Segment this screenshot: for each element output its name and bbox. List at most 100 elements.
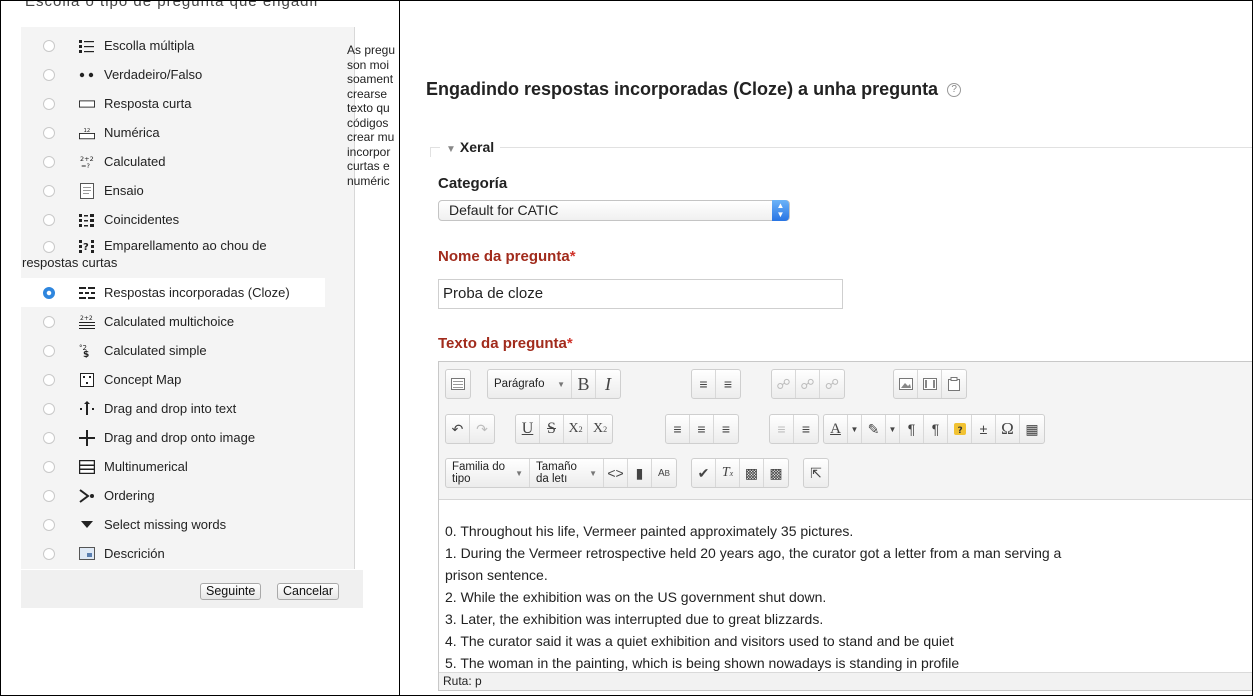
redo-icon[interactable]: ↷ — [470, 415, 494, 443]
qtype-radio[interactable] — [43, 431, 55, 444]
qtype-essay[interactable]: Ensaio — [21, 176, 327, 205]
align-right-icon[interactable]: ≡ — [714, 415, 738, 443]
svg-text:2+2: 2+2 — [80, 315, 93, 322]
font-family-select[interactable]: Familia do tipo ▼ — [446, 459, 530, 487]
qtype-radio[interactable] — [43, 126, 55, 139]
format-select[interactable]: Parágrafo ▼ — [488, 370, 572, 398]
background-color-icon[interactable]: ✎ — [862, 415, 886, 443]
qtype-truefalse[interactable]: Verdadeiro/Falso — [21, 60, 327, 89]
media-icon[interactable] — [918, 370, 942, 398]
align-center-icon[interactable]: ≡ — [690, 415, 714, 443]
fieldset-legend-text: Xeral — [459, 139, 495, 155]
qtype-radio[interactable] — [43, 68, 55, 81]
qtype-radio[interactable] — [43, 460, 55, 473]
fullscreen-icon[interactable]: ⇱ — [804, 459, 828, 487]
image-icon[interactable] — [894, 370, 918, 398]
remove-format-icon[interactable]: Tx — [716, 459, 740, 487]
special-char-icon[interactable]: Ω — [996, 415, 1020, 443]
qtype-radio[interactable] — [43, 97, 55, 110]
next-button[interactable]: Seguinte — [200, 583, 262, 600]
editor-content[interactable]: 0. Throughout his life, Vermeer painted … — [445, 520, 1251, 674]
description-line: son moi — [347, 57, 390, 72]
paste-text-icon[interactable]: ▩ — [740, 459, 764, 487]
qtype-randomsamatch[interactable]: ? Emparellamento ao chou de respostas cu… — [21, 234, 327, 274]
strikethrough-icon[interactable]: S — [540, 415, 564, 443]
font-size-select[interactable]: Tamaño da letı ▼ — [530, 459, 604, 487]
anchor-icon[interactable]: ☍ — [820, 370, 844, 398]
ordered-list-icon[interactable]: ≡ — [716, 370, 740, 398]
qtype-radio[interactable] — [43, 489, 55, 502]
qtype-gapselect[interactable]: Select missing words — [21, 510, 327, 539]
question-text-editor[interactable]: Parágrafo ▼ B I ≡ ≡ ☍ ☍ ☍ ↶ ↷ U S X 2 X … — [438, 361, 1252, 691]
html-icon[interactable]: <> — [604, 459, 628, 487]
qtype-multichoice[interactable]: Escolla múltipla — [21, 31, 327, 60]
bold-icon[interactable]: B — [572, 370, 596, 398]
qtype-radio[interactable] — [43, 547, 55, 560]
dialog-title: Escolla o tipo de pregunta que engadir — [25, 1, 320, 10]
qtype-radio[interactable] — [43, 241, 55, 253]
qtype-ddimageortext[interactable]: Drag and drop onto image — [21, 423, 327, 452]
qtype-cloze[interactable]: Respostas incorporadas (Cloze) — [21, 278, 325, 307]
content-line: 3. Later, the exhibition was interrupted… — [445, 611, 824, 627]
unordered-list-icon[interactable]: ≡ — [692, 370, 716, 398]
question-name-input[interactable]: Proba de cloze — [438, 279, 843, 309]
toolbar-toggle-icon[interactable] — [446, 370, 470, 398]
underline-icon[interactable]: U — [516, 415, 540, 443]
dropdown-arrow-icon: ▼ — [515, 468, 523, 478]
qtype-label: Coincidentes — [104, 212, 180, 227]
ddwtos-icon — [79, 400, 95, 417]
dropdown-arrow-icon[interactable]: ▼ — [886, 415, 900, 443]
qtype-ddwtos[interactable]: Drag and drop into text — [21, 394, 327, 423]
qtype-radio[interactable] — [43, 315, 55, 328]
italic-icon[interactable]: I — [596, 370, 620, 398]
qtype-description[interactable]: Descrición — [21, 539, 327, 568]
help-icon[interactable]: ? — [947, 83, 962, 98]
qtype-radio[interactable] — [43, 39, 55, 52]
qtype-radio[interactable] — [43, 184, 55, 197]
qtype-ordering[interactable]: Ordering — [21, 481, 327, 510]
paste-word-icon[interactable]: ▩ — [764, 459, 788, 487]
indent-icon[interactable]: ≡ — [794, 415, 818, 443]
qtype-multinumerical[interactable]: Multinumerical — [21, 452, 327, 481]
qtype-radio[interactable] — [43, 373, 55, 386]
manage-files-icon[interactable] — [942, 370, 966, 398]
qtype-radio[interactable] — [43, 518, 55, 531]
qtype-label: Calculated simple — [104, 343, 207, 358]
qtype-calculatedmulti[interactable]: 2+2 Calculated multichoice — [21, 307, 327, 336]
link-icon[interactable]: ☍ — [772, 370, 796, 398]
qtype-calculated[interactable]: 2+2 =? Calculated — [21, 147, 327, 176]
qtype-radio[interactable] — [43, 344, 55, 357]
fieldset-legend-general[interactable]: ▼ Xeral — [440, 139, 501, 155]
qtype-label: Calculated — [104, 154, 166, 169]
unlink-icon[interactable]: ☍ — [796, 370, 820, 398]
qtype-radio[interactable] — [43, 155, 55, 168]
clean-icon[interactable]: ✔ — [692, 459, 716, 487]
category-select[interactable]: Default for CATIC ▲ ▼ — [438, 200, 790, 221]
qtype-shortanswer[interactable]: Resposta curta — [21, 89, 327, 118]
qtype-radio-selected[interactable] — [43, 286, 55, 299]
qtype-calculatedsimple[interactable]: °2 $ Calculated simple — [21, 336, 327, 365]
equation-icon[interactable]: ± — [972, 415, 996, 443]
conceptmap-icon — [79, 372, 95, 388]
qtype-radio[interactable] — [43, 402, 55, 415]
qtype-numerical[interactable]: 12 Numérica — [21, 118, 327, 147]
cancel-button[interactable]: Cancelar — [277, 583, 340, 600]
align-left-icon[interactable]: ≡ — [666, 415, 690, 443]
qtype-match[interactable]: Coincidentes — [21, 205, 327, 234]
table-icon[interactable]: ▦ — [1020, 415, 1044, 443]
outdent-icon[interactable]: ≡ — [770, 415, 794, 443]
text-color-icon[interactable]: A — [824, 415, 848, 443]
qtype-label: Descrición — [104, 546, 165, 561]
ltr-icon[interactable]: ¶ — [900, 415, 924, 443]
dropdown-arrow-icon[interactable]: ▼ — [848, 415, 862, 443]
case-change-icon[interactable]: AB — [652, 459, 676, 487]
qtype-radio[interactable] — [43, 213, 55, 226]
superscript-icon[interactable]: X2 — [588, 415, 612, 443]
help-icon-toolbar[interactable]: ? — [948, 415, 972, 443]
rtl-icon[interactable]: ¶ — [924, 415, 948, 443]
undo-icon[interactable]: ↶ — [446, 415, 470, 443]
subscript-icon[interactable]: X2 — [564, 415, 588, 443]
qtype-conceptmap[interactable]: Concept Map — [21, 365, 327, 394]
toolbar-group-toggle — [445, 369, 471, 399]
search-replace-icon[interactable]: ▮ — [628, 459, 652, 487]
